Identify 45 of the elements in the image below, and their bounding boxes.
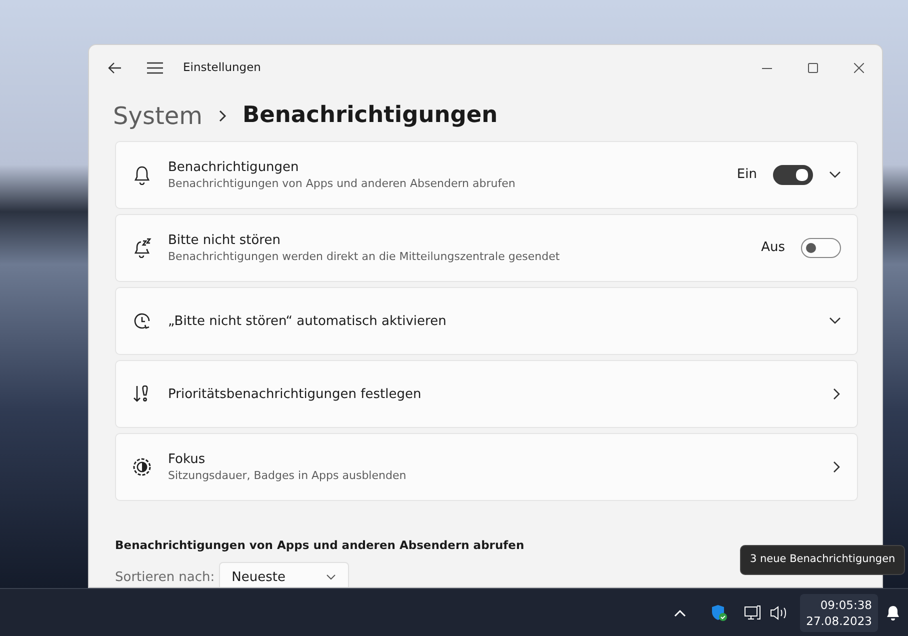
breadcrumb-link[interactable]: System: [113, 98, 202, 134]
setting-title: „Bitte nicht stören“ automatisch aktivieren: [168, 312, 448, 330]
network-icon[interactable]: [744, 604, 762, 620]
maximize-icon: [808, 63, 818, 73]
sort-dropdown[interactable]: Neueste: [218, 562, 349, 587]
setting-title: Prioritätsbenachrichtigungen festlegen: [168, 386, 422, 402]
chevron-down-icon: [326, 574, 336, 580]
setting-description: Benachrichtigungen von Apps und anderen Absendern abrufen: [168, 176, 516, 191]
chevron-right-icon[interactable]: [833, 461, 841, 473]
focus-icon: [132, 457, 152, 477]
bell-icon[interactable]: [886, 604, 900, 620]
toggle-switch[interactable]: [773, 165, 813, 185]
setting-row[interactable]: Benachrichtigungen Benachrichtigungen von Apps und anderen Absendern abrufen Ein: [115, 141, 858, 209]
bell-icon: [132, 165, 152, 185]
clock-button[interactable]: 09:05:38 27.08.2023: [800, 594, 878, 632]
sort-value: Neueste: [232, 568, 286, 586]
menu-icon: [147, 62, 163, 74]
section-heading: Benachrichtigungen von Apps und anderen Absendern abrufen: [115, 537, 526, 554]
setting-row[interactable]: „Bitte nicht stören“ automatisch aktivieren: [115, 287, 858, 355]
close-icon: [854, 63, 864, 73]
clock-icon: [132, 311, 152, 331]
page-title: Benachrichtigungen: [242, 101, 498, 130]
toggle-state-label: Ein: [736, 166, 757, 184]
setting-title: Fokus: [168, 451, 206, 468]
setting-description: Benachrichtigungen werden direkt an die Mitteilungszentrale gesendet: [168, 249, 561, 264]
chevron-down-icon[interactable]: [829, 317, 841, 325]
shield-icon[interactable]: [710, 604, 728, 622]
chevron-up-icon[interactable]: [674, 608, 686, 616]
toggle-state-label: Aus: [761, 239, 785, 258]
chevron-down-icon[interactable]: [829, 171, 841, 179]
setting-title: Benachrichtigungen: [168, 159, 300, 176]
bell-zz-icon: [132, 238, 152, 258]
setting-row[interactable]: Fokus Sitzungsdauer, Badges in Apps ausblenden: [115, 433, 858, 501]
chevron-icon: [218, 110, 226, 122]
setting-title: Bitte nicht stören: [168, 232, 282, 249]
toggle-switch[interactable]: [801, 238, 841, 258]
volume-icon[interactable]: [770, 604, 788, 620]
window-title: Einstellungen: [183, 59, 261, 76]
setting-row[interactable]: Bitte nicht stören Benachrichtigungen werden direkt an die Mitteilungszentrale gesendet Aus: [115, 214, 858, 282]
sort-label: Sortieren nach:: [115, 568, 215, 586]
chevron-right-icon[interactable]: [833, 388, 841, 400]
setting-description: Sitzungsdauer, Badges in Apps ausblenden: [168, 468, 408, 483]
tooltip: 3 neue Benachrichtigungen: [740, 545, 906, 575]
back-arrow-icon: [108, 62, 122, 74]
setting-row[interactable]: Prioritätsbenachrichtigungen festlegen: [115, 360, 858, 428]
